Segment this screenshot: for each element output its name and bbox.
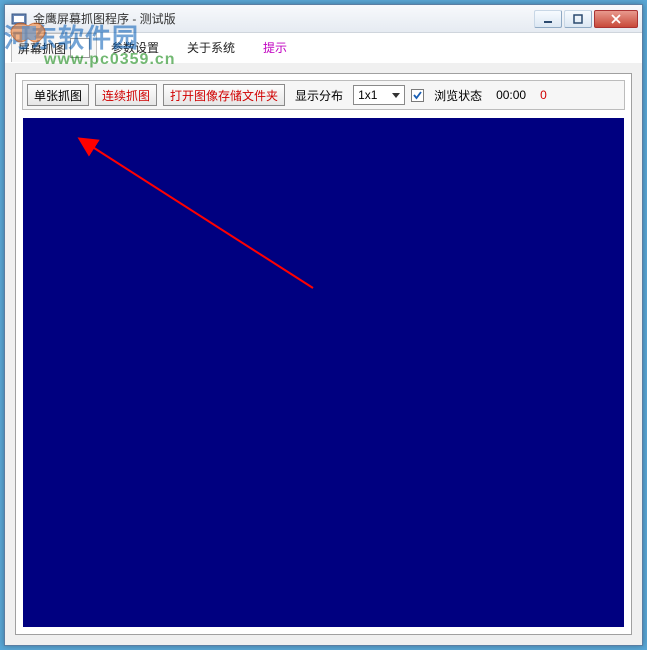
menu-settings-label: 参数设置: [111, 39, 159, 56]
browse-checkbox[interactable]: [411, 89, 424, 102]
open-folder-label: 打开图像存储文件夹: [170, 87, 278, 104]
close-icon: [610, 14, 622, 24]
content-panel: 单张抓图 连续抓图 打开图像存储文件夹 显示分布 1x1 浏览状态 00:00 …: [15, 73, 632, 635]
menu-about-label: 关于系统: [187, 39, 235, 56]
continuous-capture-button[interactable]: 连续抓图: [95, 84, 157, 106]
chevron-down-icon: [392, 93, 400, 98]
browse-label: 浏览状态: [430, 87, 486, 104]
menu-about[interactable]: 关于系统: [173, 33, 249, 62]
window-title: 金鹰屏幕抓图程序 - 测试版: [33, 10, 176, 27]
close-button[interactable]: [594, 10, 638, 28]
minimize-button[interactable]: [534, 10, 562, 28]
titlebar[interactable]: 金鹰屏幕抓图程序 - 测试版: [5, 5, 642, 33]
minimize-icon: [543, 14, 553, 24]
time-display: 00:00: [492, 88, 530, 102]
toolbar: 单张抓图 连续抓图 打开图像存储文件夹 显示分布 1x1 浏览状态 00:00 …: [22, 80, 625, 110]
open-folder-button[interactable]: 打开图像存储文件夹: [163, 84, 285, 106]
app-window: 金鹰屏幕抓图程序 - 测试版 屏幕抓图 参数设置 关于系统 提示 单张抓图 连续…: [4, 4, 643, 646]
layout-select[interactable]: 1x1: [353, 85, 405, 105]
menu-settings[interactable]: 参数设置: [97, 33, 173, 62]
annotation-arrow: [73, 128, 333, 328]
menu-capture[interactable]: 屏幕抓图: [11, 33, 97, 62]
single-capture-button[interactable]: 单张抓图: [27, 84, 89, 106]
menu-tip[interactable]: 提示: [249, 33, 301, 62]
app-icon: [11, 11, 27, 27]
preview-canvas: [23, 118, 624, 627]
layout-label: 显示分布: [291, 87, 347, 104]
maximize-icon: [573, 14, 583, 24]
menu-tip-label: 提示: [263, 39, 287, 56]
maximize-button[interactable]: [564, 10, 592, 28]
count-display: 0: [536, 88, 551, 102]
continuous-capture-label: 连续抓图: [102, 87, 150, 104]
menu-capture-label: 屏幕抓图: [18, 40, 66, 57]
layout-value: 1x1: [358, 88, 377, 102]
single-capture-label: 单张抓图: [34, 87, 82, 104]
menubar: 屏幕抓图 参数设置 关于系统 提示: [5, 33, 642, 63]
check-icon: [412, 90, 423, 101]
capture-preview-icon: [70, 38, 90, 58]
